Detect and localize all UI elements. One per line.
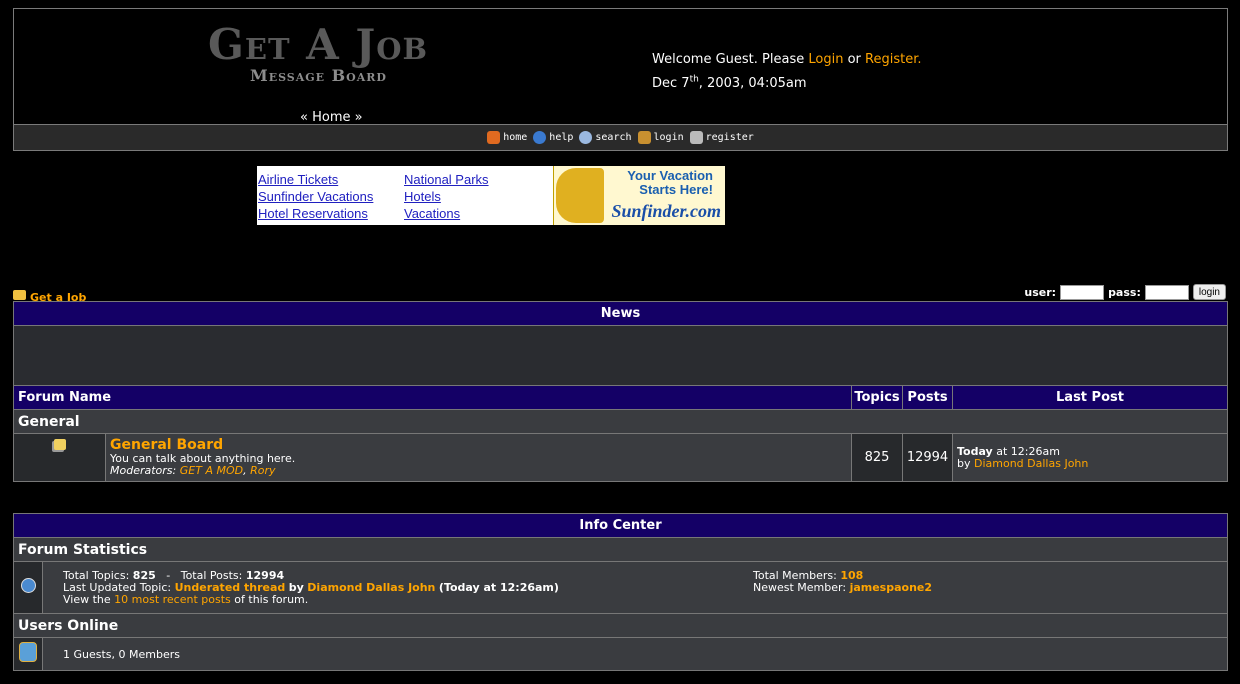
search-icon [579, 131, 593, 144]
site-logo-subtitle: Message Board [250, 66, 387, 85]
or-text: or [847, 52, 861, 67]
register-link[interactable]: Register. [865, 52, 921, 67]
welcome-prefix: Welcome Guest. Please [652, 52, 805, 67]
ad-link[interactable]: Vacations [404, 205, 489, 222]
welcome-message: Welcome Guest. Please Login or Register.… [652, 50, 922, 94]
board-posts: 12994 [902, 433, 953, 482]
password-input[interactable] [1144, 284, 1189, 300]
board-last-post: Today at 12:26am by Diamond Dallas John [952, 433, 1228, 482]
register-icon [689, 131, 703, 144]
moderator-link[interactable]: GET A MOD [180, 464, 243, 477]
advertisement-banner: Airline Tickets Sunfinder Vacations Hote… [257, 166, 725, 225]
ad-link[interactable]: Hotels [404, 188, 489, 205]
quick-login-form: user: pass: login [1024, 284, 1226, 300]
current-date: Dec 7th, 2003, 04:05am [652, 75, 807, 92]
col-forum-name: Forum Name [13, 385, 852, 410]
last-updated-user-link[interactable]: Diamond Dallas John [307, 581, 435, 594]
username-input[interactable] [1060, 284, 1105, 300]
ad-brand: Sunfinder.com [611, 201, 721, 221]
board-topics: 825 [851, 433, 903, 482]
menu-register[interactable]: register [689, 131, 754, 144]
forum-status-icon [54, 439, 66, 450]
help-icon [533, 131, 547, 144]
menu-home[interactable]: home [487, 131, 527, 144]
news-title: News [13, 301, 1228, 326]
col-topics: Topics [851, 385, 903, 410]
newest-member-link[interactable]: jamespaone2 [850, 581, 932, 594]
col-posts: Posts [902, 385, 953, 410]
category-general: General [13, 409, 1228, 434]
home-link[interactable]: « Home » [300, 110, 363, 125]
ad-link[interactable]: National Parks [404, 171, 489, 188]
pass-label: pass: [1108, 285, 1141, 299]
login-icon [637, 131, 651, 144]
col-last-post: Last Post [952, 385, 1228, 410]
folder-icon [13, 289, 26, 300]
info-center-title: Info Center [13, 513, 1228, 538]
ad-tagline-2: Starts Here! [639, 182, 713, 197]
ad-tagline-1: Your Vacation [627, 168, 713, 183]
login-button[interactable]: login [1192, 284, 1226, 300]
info-icon [20, 578, 36, 593]
ad-links-col1: Airline Tickets Sunfinder Vacations Hote… [258, 171, 373, 222]
ad-figure-image [556, 168, 604, 223]
users-online-heading: Users Online [13, 613, 1228, 638]
site-logo[interactable]: Get A Job [208, 20, 428, 69]
menu-help[interactable]: help [533, 131, 573, 144]
menu-search[interactable]: search [579, 131, 632, 144]
menu-login[interactable]: login [637, 131, 684, 144]
menu-bar: home help search login register [13, 124, 1228, 151]
home-icon [487, 131, 501, 144]
login-link[interactable]: Login [808, 52, 843, 67]
table-row: General Board You can talk about anythin… [13, 433, 1228, 482]
ad-links-col2: National Parks Hotels Vacations [404, 171, 489, 222]
info-center-table: Info Center Forum Statistics Total Topic… [13, 513, 1228, 671]
board-name-link[interactable]: General Board [110, 437, 295, 453]
ad-link[interactable]: Hotel Reservations [258, 205, 373, 222]
header-box [13, 8, 1228, 125]
forum-table: News Forum Name Topics Posts Last Post G… [13, 301, 1228, 482]
user-label: user: [1024, 285, 1057, 299]
news-content [13, 325, 1228, 386]
ad-link[interactable]: Airline Tickets [258, 171, 373, 188]
ad-link[interactable]: Sunfinder Vacations [258, 188, 373, 205]
forum-statistics-heading: Forum Statistics [13, 537, 1228, 562]
users-online-text: 1 Guests, 0 Members [42, 637, 1228, 671]
moderator-link[interactable]: Rory [250, 464, 275, 477]
moderators-label: Moderators: [110, 464, 177, 477]
recent-posts-link[interactable]: 10 most recent posts [114, 593, 231, 606]
users-online-icon [19, 642, 37, 662]
sunfinder-ad-image[interactable]: Your Vacation Starts Here! Sunfinder.com [553, 166, 725, 225]
last-post-user-link[interactable]: Diamond Dallas John [974, 457, 1088, 470]
